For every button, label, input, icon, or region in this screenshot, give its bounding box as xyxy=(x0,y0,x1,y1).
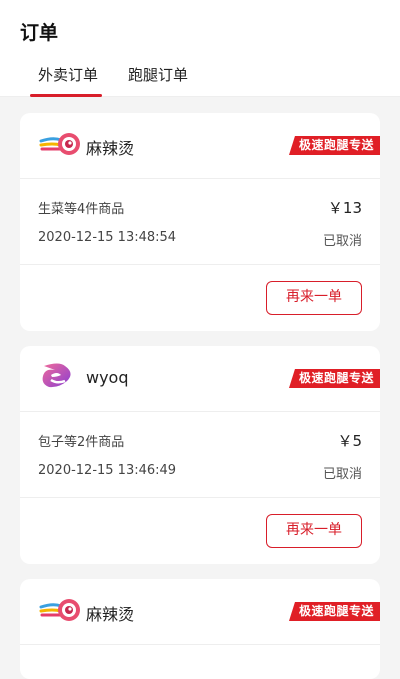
page-title: 订单 xyxy=(20,22,59,44)
order-time: 2020-12-15 13:46:49 xyxy=(38,463,177,478)
reorder-button[interactable]: 再来一单 xyxy=(266,514,362,548)
shop-name: 麻辣烫 xyxy=(86,139,135,158)
tab-takeout-orders[interactable]: 外卖订单 xyxy=(38,64,98,97)
order-tabs: 外卖订单 跑腿订单 xyxy=(0,64,400,97)
header: 订单 外卖订单 跑腿订单 xyxy=(0,0,400,97)
order-status: 已取消 xyxy=(322,234,362,249)
tab-errand-orders[interactable]: 跑腿订单 xyxy=(128,64,188,97)
shop-name: 麻辣烫 xyxy=(86,605,135,624)
order-time: 2020-12-15 13:48:54 xyxy=(38,230,177,245)
order-card-body: 包子等2件商品 ￥5 2020-12-15 13:46:49 已取消 xyxy=(20,412,380,498)
order-price: ￥5 xyxy=(337,432,362,450)
express-badge: 极速跑腿专送 xyxy=(288,602,380,621)
goods-summary: 生菜等4件商品 xyxy=(38,202,125,217)
order-card[interactable]: 麻辣烫 极速跑腿专送 xyxy=(20,579,380,679)
order-card-header: wyoq 极速跑腿专送 xyxy=(20,346,380,412)
goods-summary: 包子等2件商品 xyxy=(38,435,125,450)
order-card-footer: 再来一单 xyxy=(20,265,380,331)
order-price: ￥13 xyxy=(327,199,362,217)
order-card-body: 生菜等4件商品 ￥13 2020-12-15 13:48:54 已取消 xyxy=(20,179,380,265)
order-status: 已取消 xyxy=(322,467,362,482)
order-card[interactable]: 麻辣烫 极速跑腿专送 生菜等4件商品 ￥13 2020-12-15 13:48:… xyxy=(20,113,380,331)
snail-logo-icon xyxy=(39,599,80,621)
express-badge: 极速跑腿专送 xyxy=(288,369,380,388)
order-card-footer: 再来一单 xyxy=(20,498,380,564)
order-card[interactable]: wyoq 极速跑腿专送 包子等2件商品 ￥5 2020-12-15 13:46:… xyxy=(20,346,380,564)
express-badge: 极速跑腿专送 xyxy=(288,136,380,155)
active-tab-indicator xyxy=(30,94,102,97)
e-letter-logo-icon xyxy=(42,363,71,388)
order-card-header: 麻辣烫 极速跑腿专送 xyxy=(20,579,380,645)
order-card-header: 麻辣烫 极速跑腿专送 xyxy=(20,113,380,179)
shop-name: wyoq xyxy=(86,368,129,387)
snail-logo-icon xyxy=(39,133,80,155)
reorder-button[interactable]: 再来一单 xyxy=(266,281,362,315)
